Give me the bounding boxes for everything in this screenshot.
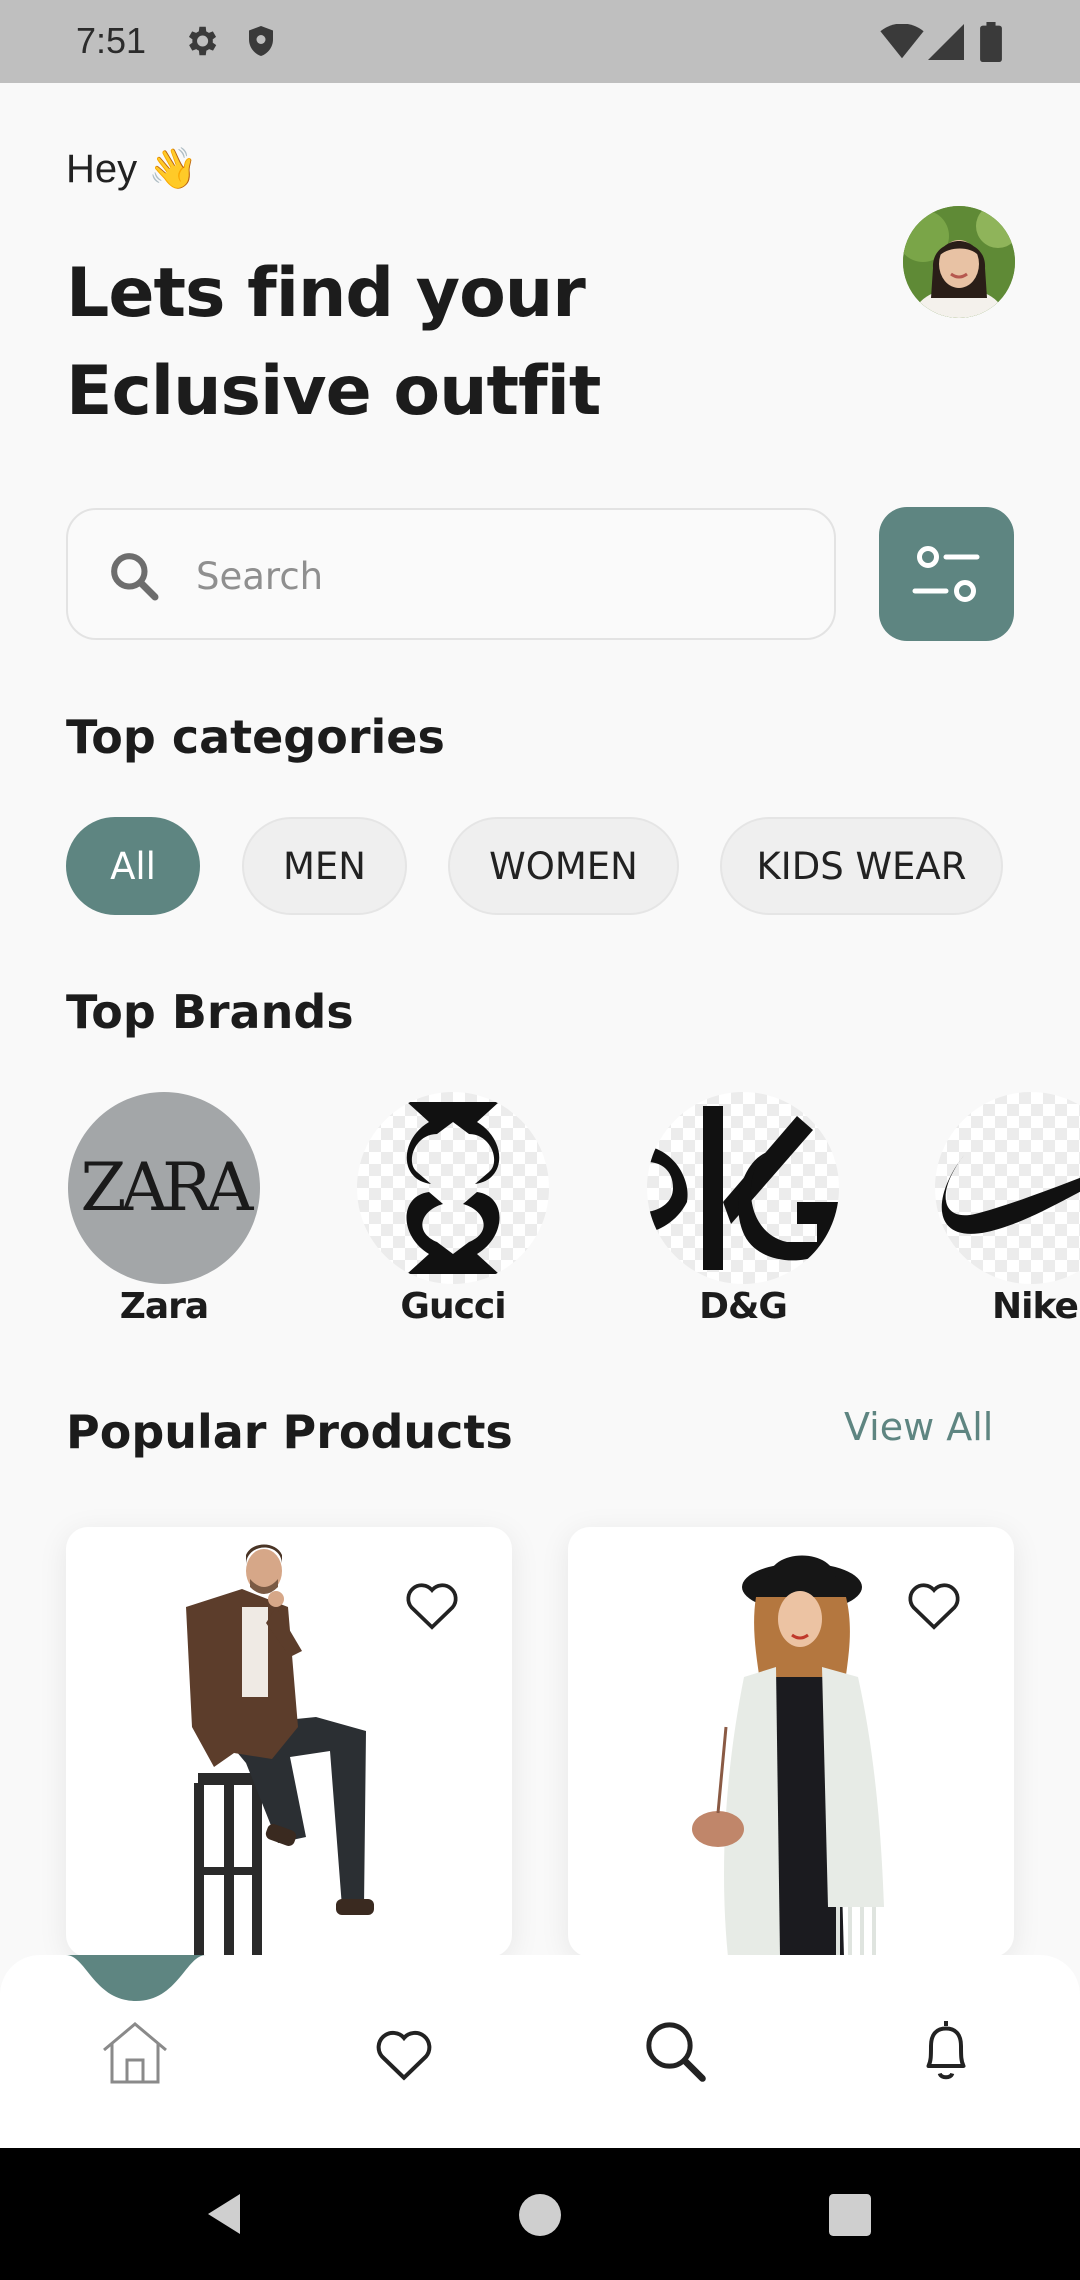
- dg-logo: [647, 1092, 839, 1284]
- view-all-link[interactable]: View All: [844, 1405, 993, 1449]
- settings-icon: [182, 22, 220, 64]
- popular-title: Popular Products: [66, 1405, 513, 1459]
- brand-name: Nike: [992, 1286, 1079, 1327]
- search-icon[interactable]: [642, 2018, 708, 2088]
- brand-zara[interactable]: ZARA Zara: [68, 1092, 260, 1327]
- status-bar: 7:51: [0, 0, 1080, 83]
- brand-nike[interactable]: Nike: [935, 1092, 1080, 1327]
- recents-icon[interactable]: [829, 2194, 871, 2240]
- favorite-icon[interactable]: [404, 1579, 460, 1635]
- wave-emoji: 👋: [148, 147, 199, 191]
- filter-button[interactable]: [879, 507, 1014, 641]
- brands-title: Top Brands: [66, 985, 354, 1039]
- svg-text:ZARA: ZARA: [81, 1149, 255, 1226]
- battery-icon: [980, 22, 1002, 66]
- product-card[interactable]: [66, 1527, 512, 1957]
- category-chip-all[interactable]: All: [66, 817, 200, 915]
- greeting: Hey 👋: [66, 145, 198, 192]
- nike-logo: [935, 1092, 1080, 1284]
- heart-icon[interactable]: [374, 2026, 434, 2086]
- bell-icon[interactable]: [916, 2016, 976, 2090]
- system-navigation-bar: [0, 2148, 1080, 2280]
- avatar[interactable]: [903, 206, 1015, 318]
- brand-name: Gucci: [400, 1286, 506, 1327]
- home-circle-icon[interactable]: [519, 2194, 561, 2240]
- active-tab-indicator: [66, 1955, 206, 2009]
- wifi-icon: [880, 23, 924, 64]
- favorite-icon[interactable]: [906, 1579, 962, 1635]
- gucci-logo: [357, 1092, 549, 1284]
- headline-line-1: Lets find your: [66, 254, 586, 333]
- brand-name: D&G: [699, 1286, 788, 1327]
- brand-gucci[interactable]: Gucci: [357, 1092, 549, 1327]
- brand-dg[interactable]: D&G: [647, 1092, 839, 1327]
- category-chip-kids-wear[interactable]: KIDS WEAR: [720, 817, 1003, 915]
- brand-name: Zara: [119, 1286, 209, 1327]
- categories-title: Top categories: [66, 710, 445, 764]
- filter-icon: [912, 546, 980, 602]
- category-chip-women[interactable]: WOMEN: [448, 817, 679, 915]
- category-chip-men[interactable]: MEN: [242, 817, 407, 915]
- home-icon[interactable]: [100, 2020, 170, 2090]
- product-card[interactable]: [568, 1527, 1014, 1957]
- shield-icon: [243, 22, 279, 64]
- search-box[interactable]: [66, 508, 836, 640]
- zara-logo: ZARA: [68, 1092, 260, 1284]
- headline-line-2: Eclusive outfit: [66, 352, 601, 431]
- search-input[interactable]: [196, 548, 796, 604]
- back-icon[interactable]: [204, 2192, 244, 2240]
- greeting-text: Hey: [66, 147, 138, 191]
- signal-icon: [928, 24, 964, 64]
- search-icon: [106, 548, 162, 608]
- status-time: 7:51: [76, 20, 147, 61]
- page-title: Lets find your Eclusive outfit: [66, 245, 601, 441]
